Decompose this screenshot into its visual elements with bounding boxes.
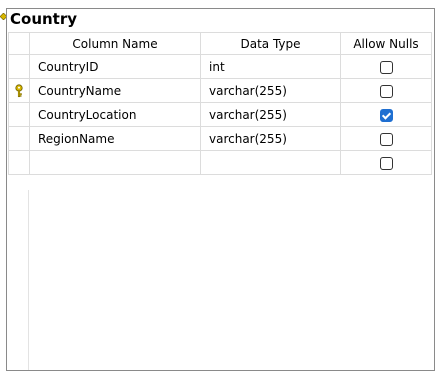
allow-nulls-cell: [340, 54, 432, 79]
allow-nulls-checkbox[interactable]: [379, 84, 393, 98]
table-row[interactable]: CountryID int: [8, 54, 432, 79]
column-name-cell[interactable]: RegionName: [29, 126, 201, 151]
row-selector[interactable]: [8, 78, 30, 103]
row-selector[interactable]: [8, 150, 30, 175]
table-row[interactable]: CountryLocation varchar(255): [8, 102, 432, 127]
column-name-text: CountryID: [38, 59, 99, 74]
grid-header-row: Column Name Data Type Allow Nulls: [8, 32, 432, 55]
data-type-cell[interactable]: [200, 150, 341, 175]
column-name-cell[interactable]: [29, 150, 201, 175]
allow-nulls-cell: [340, 78, 432, 103]
grid-column-divider: [28, 190, 29, 370]
column-name-cell[interactable]: CountryName: [29, 78, 201, 103]
data-type-cell[interactable]: varchar(255): [200, 126, 341, 151]
allow-nulls-checkbox[interactable]: [379, 132, 393, 146]
column-name-header[interactable]: Column Name: [29, 32, 201, 55]
row-selector[interactable]: [8, 54, 30, 79]
data-type-text: int: [209, 59, 225, 74]
allow-nulls-checkbox[interactable]: [379, 60, 393, 74]
table-title: Country: [10, 10, 78, 28]
data-type-cell[interactable]: varchar(255): [200, 78, 341, 103]
table-row[interactable]: RegionName varchar(255): [8, 126, 432, 151]
data-type-text: varchar(255): [209, 131, 287, 146]
data-type-text: varchar(255): [209, 83, 287, 98]
column-name-text: RegionName: [38, 131, 115, 146]
grid-empty-area[interactable]: [8, 190, 433, 370]
allow-nulls-header[interactable]: Allow Nulls: [340, 32, 432, 55]
row-selector-header: [8, 32, 30, 55]
column-name-text: CountryLocation: [38, 107, 137, 122]
column-name-text: [30, 156, 38, 170]
data-type-text: varchar(255): [209, 107, 287, 122]
data-type-header[interactable]: Data Type: [200, 32, 341, 55]
columns-grid: Column Name Data Type Allow Nulls Countr…: [8, 32, 432, 175]
data-type-cell[interactable]: int: [200, 54, 341, 79]
column-name-cell[interactable]: CountryLocation: [29, 102, 201, 127]
allow-nulls-checkbox[interactable]: [379, 156, 393, 170]
table-row[interactable]: CountryName varchar(255): [8, 78, 432, 103]
table-designer-window[interactable]: Country Column Name Data Type Allow Null…: [6, 8, 435, 371]
allow-nulls-cell: [340, 126, 432, 151]
allow-nulls-cell: [340, 150, 432, 175]
row-selector[interactable]: [8, 102, 30, 127]
data-type-cell[interactable]: varchar(255): [200, 102, 341, 127]
data-type-text: [201, 156, 209, 170]
column-name-text: CountryName: [38, 83, 122, 98]
allow-nulls-cell: [340, 102, 432, 127]
row-selector[interactable]: [8, 126, 30, 151]
allow-nulls-checkbox-checked[interactable]: [379, 108, 393, 122]
table-row-new[interactable]: [8, 150, 432, 175]
primary-key-icon: [15, 84, 23, 97]
column-name-cell[interactable]: CountryID: [29, 54, 201, 79]
